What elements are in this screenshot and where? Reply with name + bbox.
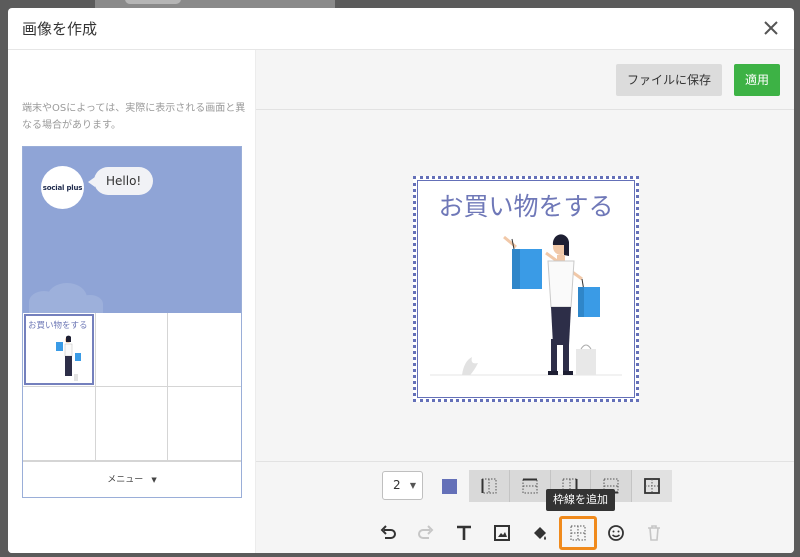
chat-bubble: Hello! xyxy=(87,167,154,195)
menu-bar[interactable]: メニュー ▼ xyxy=(23,461,241,497)
preview-notice: 端末やOSによっては、実際に表示される画面と異なる場合があります。 xyxy=(22,103,246,131)
rich-menu-cell[interactable] xyxy=(168,387,241,461)
backdrop xyxy=(95,0,335,8)
rich-menu-cell[interactable] xyxy=(168,313,241,387)
border-left-icon[interactable] xyxy=(469,470,510,502)
border-color-swatch[interactable] xyxy=(442,479,457,494)
redo-icon[interactable] xyxy=(407,516,445,550)
cell-thumbnail[interactable]: お買い物をする xyxy=(24,314,94,385)
backdrop-pill xyxy=(125,0,181,4)
close-icon[interactable] xyxy=(760,17,782,39)
border-all-icon[interactable] xyxy=(632,470,672,502)
dialog-title: 画像を作成 xyxy=(22,20,98,38)
rich-menu-cell[interactable] xyxy=(95,313,169,387)
border-top-icon[interactable] xyxy=(510,470,551,502)
shopping-woman-illustration[interactable] xyxy=(416,179,636,399)
cloud-decoration xyxy=(77,295,103,313)
rich-menu-cell[interactable]: お買い物をする xyxy=(23,313,96,387)
apply-button[interactable]: 適用 xyxy=(733,64,780,96)
border-weight-value: 2 xyxy=(393,478,401,492)
menu-label: メニュー xyxy=(107,475,144,485)
image-canvas[interactable]: お買い物をする xyxy=(413,176,639,402)
chat-area: social plus Hello! xyxy=(23,147,241,313)
fill-icon[interactable] xyxy=(521,516,559,550)
editor-pane: ファイルに保存 適用 お買い物をする 2 ▼ 枠線を追加 xyxy=(256,50,794,553)
editor-actions: ファイルに保存 適用 xyxy=(256,50,794,110)
phone-preview: social plus Hello! お買い物をする メニュー ▼ xyxy=(22,146,242,498)
border-icon[interactable] xyxy=(559,516,597,550)
rich-menu-grid: お買い物をする xyxy=(23,313,241,461)
undo-icon[interactable] xyxy=(369,516,407,550)
rich-menu-cell[interactable] xyxy=(23,387,96,461)
chevron-down-icon: ▼ xyxy=(409,481,416,490)
shopping-woman-thumb-icon xyxy=(56,335,81,381)
avatar-logo-text: social plus xyxy=(42,183,83,192)
editor-toolbar: 2 ▼ 枠線を追加 xyxy=(256,461,794,553)
tool-row xyxy=(369,516,673,550)
create-image-dialog: 画像を作成 端末やOSによっては、実際に表示される画面と異なる場合があります。 … xyxy=(8,8,794,553)
border-weight-select[interactable]: 2 ▼ xyxy=(382,471,423,500)
add-border-tooltip: 枠線を追加 xyxy=(546,489,615,511)
emoji-icon[interactable] xyxy=(597,516,635,550)
save-to-file-button[interactable]: ファイルに保存 xyxy=(615,64,722,96)
dialog-header: 画像を作成 xyxy=(8,8,794,50)
thumbnail-title: お買い物をする xyxy=(28,321,88,331)
caret-down-icon: ▼ xyxy=(151,476,157,484)
image-icon[interactable] xyxy=(483,516,521,550)
preview-pane: 端末やOSによっては、実際に表示される画面と異なる場合があります。 social… xyxy=(8,50,256,553)
text-icon[interactable] xyxy=(445,516,483,550)
rich-menu-cell[interactable] xyxy=(95,387,169,461)
trash-icon[interactable] xyxy=(635,516,673,550)
avatar: social plus xyxy=(41,166,84,209)
